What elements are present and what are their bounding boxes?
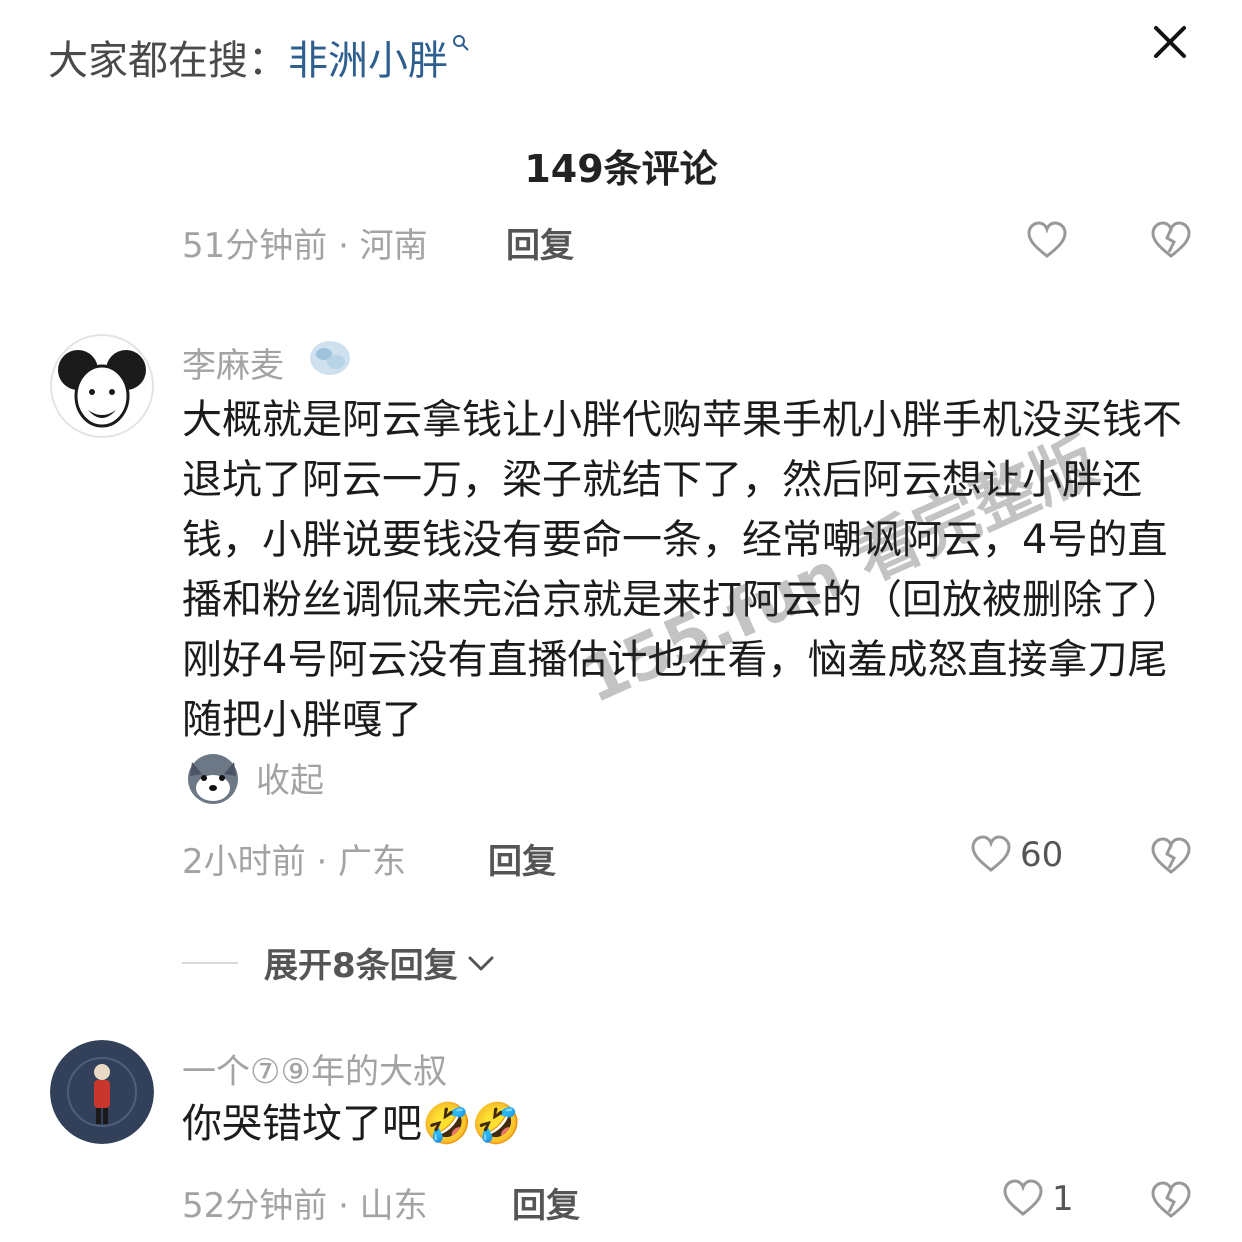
comment-count-title: 149条评论 <box>524 147 718 191</box>
like-count: 60 <box>1020 835 1064 875</box>
heart-icon[interactable] <box>1024 218 1070 264</box>
broken-heart-icon[interactable] <box>1148 834 1194 880</box>
husky-emoji-icon <box>188 754 238 804</box>
reply-button[interactable]: 回复 <box>506 218 574 267</box>
reply-button[interactable]: 回复 <box>512 1178 580 1227</box>
heart-icon <box>1003 1179 1043 1216</box>
chevron-down-icon <box>468 956 494 970</box>
broken-heart-icon[interactable] <box>1148 1178 1194 1224</box>
like-count: 1 <box>1052 1179 1074 1219</box>
comment-time-location: 51分钟前 · 河南 <box>182 226 428 266</box>
comment-time-location: 2小时前 · 广东 <box>182 842 407 882</box>
close-icon[interactable] <box>1150 22 1190 62</box>
collapse-label[interactable]: 收起 <box>256 753 324 802</box>
comment-username[interactable]: 一个⑦⑨年的大叔 <box>182 1044 447 1093</box>
comment-text-row: 你哭错坟了吧🤣🤣 <box>182 1094 522 1154</box>
rofl-emoji-icon: 🤣 <box>471 1101 522 1147</box>
avatar[interactable] <box>50 1040 154 1144</box>
like-button[interactable]: 60 <box>968 832 1063 878</box>
comment-username[interactable]: 李麻麦 <box>182 338 284 387</box>
comment-time-location: 52分钟前 · 山东 <box>182 1186 428 1226</box>
collapse-toggle[interactable]: 收起 <box>184 748 324 806</box>
avatar[interactable] <box>50 334 154 438</box>
divider-line <box>182 961 238 964</box>
expand-replies-button[interactable]: 展开8条回复 <box>182 938 498 987</box>
level-badge-icon <box>310 341 350 375</box>
like-button[interactable]: 1 <box>1000 1176 1074 1222</box>
comment-text: 你哭错坟了吧 <box>182 1101 422 1147</box>
heart-icon <box>971 835 1011 872</box>
rofl-emoji-icon: 🤣 <box>422 1101 472 1147</box>
search-icon <box>453 35 469 51</box>
trending-prefix: 大家都在搜： <box>48 38 288 84</box>
broken-heart-icon[interactable] <box>1148 218 1194 264</box>
reply-button[interactable]: 回复 <box>488 834 556 883</box>
expand-replies-label: 展开8条回复 <box>264 946 458 986</box>
comment-text: 大概就是阿云拿钱让小胖代购苹果手机小胖手机没买钱不退坑了阿云一万，梁子就结下了，… <box>182 397 1182 743</box>
trending-search-bar[interactable]: 大家都在搜：非洲小胖 <box>48 28 470 86</box>
trending-search-term[interactable]: 非洲小胖 <box>288 38 448 84</box>
